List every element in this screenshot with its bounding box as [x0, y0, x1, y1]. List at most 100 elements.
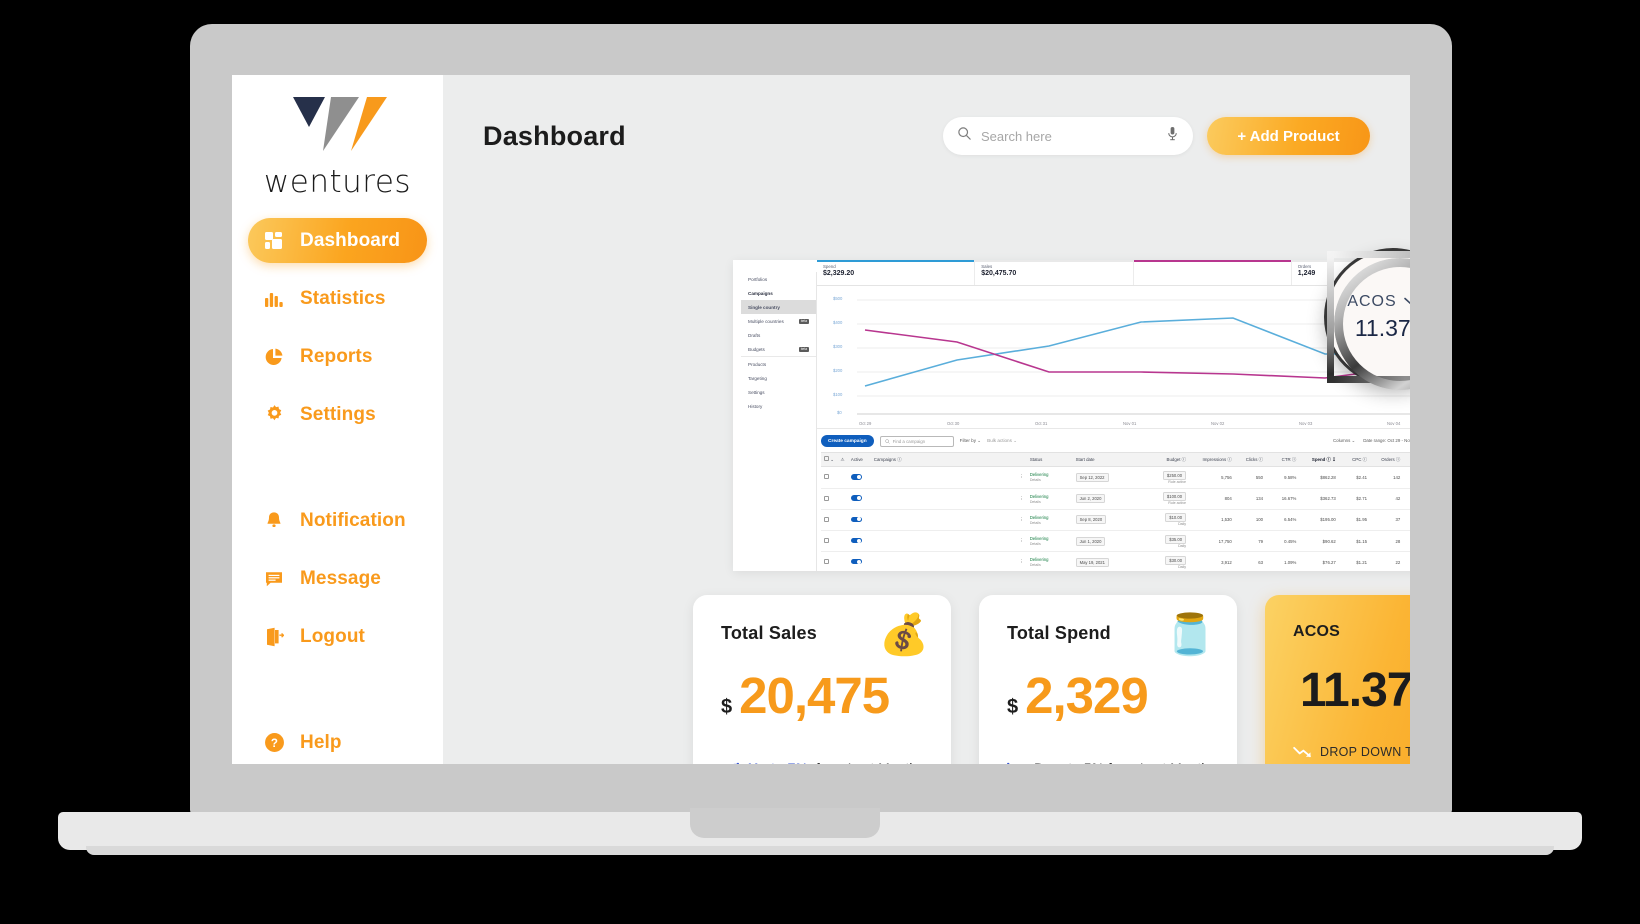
active-column-header[interactable]: Active — [847, 451, 871, 468]
chart-xtick: Oct 29 — [859, 421, 872, 426]
row-campaign-cell[interactable]: ⋮ — [870, 530, 1027, 553]
kpi-footer: Drop to 5% from Last Month — [1007, 760, 1217, 764]
active-toggle[interactable] — [850, 558, 862, 565]
clicks-column-header[interactable]: Clicks ⓘ — [1234, 451, 1267, 468]
metric-cell-orders[interactable]: Orders 1,249 — [1290, 260, 1410, 285]
dashboard-screenshot-card: Portfolios Campaigns Single country beta… — [733, 260, 1410, 571]
ctr-column-header[interactable]: CTR ⓘ — [1266, 451, 1300, 468]
row-active-toggle-cell[interactable] — [847, 509, 871, 531]
row-checkbox[interactable] — [824, 474, 829, 480]
columns-dropdown[interactable]: Columns ⌄ — [1333, 438, 1355, 444]
select-all-header[interactable]: ⌄ — [821, 451, 838, 468]
sidebar-item-message[interactable]: Message — [248, 556, 427, 601]
screenshot-nav-item[interactable]: Single country — [741, 300, 816, 314]
row-checkbox[interactable] — [824, 516, 829, 522]
orders-column-header[interactable]: Orders ⓘ — [1370, 451, 1404, 468]
bell-icon — [262, 509, 286, 533]
kpi-trend-rest: DROP DOWN TO 8% FROM LAST MONTH — [1320, 745, 1410, 764]
kpi-card-acos[interactable]: ACOS 📢 11.37% DROP DOWN TO 8% FROM LAST … — [1265, 595, 1410, 764]
screenshot-nav-item[interactable]: Products — [741, 356, 816, 371]
sidebar-item-label: Help — [300, 731, 342, 753]
active-toggle[interactable] — [850, 516, 862, 523]
add-product-button[interactable]: + Add Product — [1207, 117, 1370, 155]
search-input[interactable] — [981, 128, 1166, 144]
row-checkbox[interactable] — [824, 495, 829, 501]
sidebar-item-dashboard[interactable]: Dashboard — [248, 218, 427, 263]
campaign-table-zone: Create campaign Find a campaign Filter b… — [817, 428, 1410, 571]
row-checkbox[interactable] — [824, 538, 829, 544]
app-sidebar: wentures Dashboard Statistics Reports Se… — [232, 75, 443, 764]
screenshot-nav-item[interactable]: beta Budgets — [741, 342, 816, 356]
row-campaign-cell[interactable]: ⋮ — [870, 466, 1027, 489]
metric-value: 1,249 — [1297, 270, 1316, 277]
sidebar-item-notification[interactable]: Notification — [248, 498, 427, 543]
row-campaign-cell[interactable]: ⋮ — [870, 488, 1027, 510]
impressions-column-header[interactable]: Impressions ⓘ — [1189, 451, 1235, 468]
search-icon — [884, 438, 890, 444]
status-column-header[interactable]: Status — [1026, 451, 1073, 468]
sidebar-item-settings[interactable]: Settings — [248, 392, 427, 437]
table-row[interactable]: ⋮ Delivering Details May 19, 2021 $30.00 D… — [821, 551, 1410, 571]
filter-by-dropdown[interactable]: Filter by ⌄ — [960, 438, 981, 444]
start-date-column-header[interactable]: Start date — [1072, 451, 1121, 468]
create-campaign-button[interactable]: Create campaign — [821, 435, 874, 447]
row-active-toggle-cell[interactable] — [847, 466, 871, 489]
row-checkbox-cell[interactable] — [821, 551, 838, 571]
row-ctr-cell: 9.58% — [1266, 466, 1300, 489]
screenshot-nav-item[interactable]: Drafts — [741, 328, 816, 342]
metric-value: $2,329.20 — [823, 270, 855, 277]
metric-accent-bar — [1133, 260, 1291, 262]
bulk-actions-dropdown[interactable]: Bulk actions ⌄ — [987, 438, 1017, 444]
row-checkbox-cell[interactable] — [821, 509, 838, 531]
search-box[interactable] — [943, 117, 1193, 155]
screenshot-nav-item[interactable]: Settings — [741, 385, 816, 399]
row-checkbox-cell[interactable] — [821, 488, 838, 510]
row-ctr-cell: 6.54% — [1266, 509, 1300, 531]
sidebar-item-statistics[interactable]: Statistics — [248, 276, 427, 321]
budget-column-header[interactable]: Budget ⓘ — [1120, 451, 1190, 468]
metric-cell-sales[interactable]: Sales $20,475.70 — [974, 260, 1133, 285]
date-range-selector[interactable]: Date range: Oct 29 - Nov 4, 2023 — [1363, 438, 1410, 444]
find-campaign-input[interactable]: Find a campaign — [879, 435, 954, 447]
row-active-toggle-cell[interactable] — [847, 488, 871, 510]
kpi-card-row: Total Sales 💰 $ 20,475 Up to 7% from Las… — [693, 595, 1410, 764]
spend-column-header[interactable]: Spend ⓘ ↧ — [1299, 451, 1339, 468]
sidebar-item-logout[interactable]: Logout — [248, 614, 427, 659]
row-checkbox[interactable] — [824, 559, 829, 565]
metric-cell-acos[interactable]: ACOS 0 — [1132, 260, 1291, 285]
screenshot-nav-item[interactable]: beta Multiple countries — [741, 314, 816, 328]
table-row[interactable]: ⋮ Delivering Details Jun 2, 2020 $100.00 R… — [821, 488, 1410, 510]
row-cpc-cell: $1.15 — [1338, 530, 1371, 553]
sales-column-header[interactable]: Sales ⓘ — [1403, 451, 1410, 468]
table-row[interactable]: ⋮ Delivering Details Sep 12, 2022 $250.00… — [821, 466, 1410, 489]
kpi-card-total-sales[interactable]: Total Sales 💰 $ 20,475 Up to 7% from Las… — [693, 595, 951, 764]
table-row[interactable]: ⋮ Delivering Details Sep 8, 2020 $10.00 Da… — [821, 509, 1410, 531]
row-budget-cell: $100.00 Rule active — [1120, 488, 1190, 510]
sidebar-item-help[interactable]: ? Help — [248, 720, 427, 764]
kpi-trend-rest: Drop to 5% from Last Month — [1034, 760, 1209, 764]
row-campaign-cell[interactable]: ⋮ — [870, 551, 1027, 571]
table-row[interactable]: ⋮ Delivering Details Jun 1, 2020 $35.00 Da… — [821, 530, 1410, 553]
microphone-icon[interactable] — [1166, 126, 1179, 146]
screenshot-nav-item[interactable]: Targeting — [741, 371, 816, 385]
row-active-toggle-cell[interactable] — [847, 551, 871, 571]
metric-cell-spend[interactable]: Spend $2,329.20 — [817, 260, 975, 285]
screenshot-nav-item[interactable]: Portfolios — [741, 272, 816, 286]
active-toggle[interactable] — [850, 495, 862, 501]
screenshot-nav-item[interactable]: History — [741, 399, 816, 413]
campaigns-column-header[interactable]: Campaigns ⓘ — [870, 451, 1027, 468]
trend-down-icon — [1007, 762, 1026, 764]
kpi-card-total-spend[interactable]: Total Spend 🫙 $ 2,329 Drop to 5% from La… — [979, 595, 1237, 764]
row-active-toggle-cell[interactable] — [847, 530, 871, 553]
kpi-footer: DROP DOWN TO 8% FROM LAST MONTH — [1293, 744, 1410, 764]
row-checkbox-cell[interactable] — [821, 530, 838, 553]
active-toggle[interactable] — [850, 537, 862, 544]
cpc-column-header[interactable]: CPC ⓘ — [1338, 451, 1371, 468]
select-all-checkbox[interactable] — [824, 456, 829, 462]
row-campaign-cell[interactable]: ⋮ — [870, 509, 1027, 531]
find-campaign-placeholder: Find a campaign — [892, 438, 926, 444]
row-spend-cell: $90.62 — [1299, 530, 1339, 553]
active-toggle[interactable] — [850, 474, 862, 480]
row-checkbox-cell[interactable] — [821, 466, 838, 489]
sidebar-item-reports[interactable]: Reports — [248, 334, 427, 379]
